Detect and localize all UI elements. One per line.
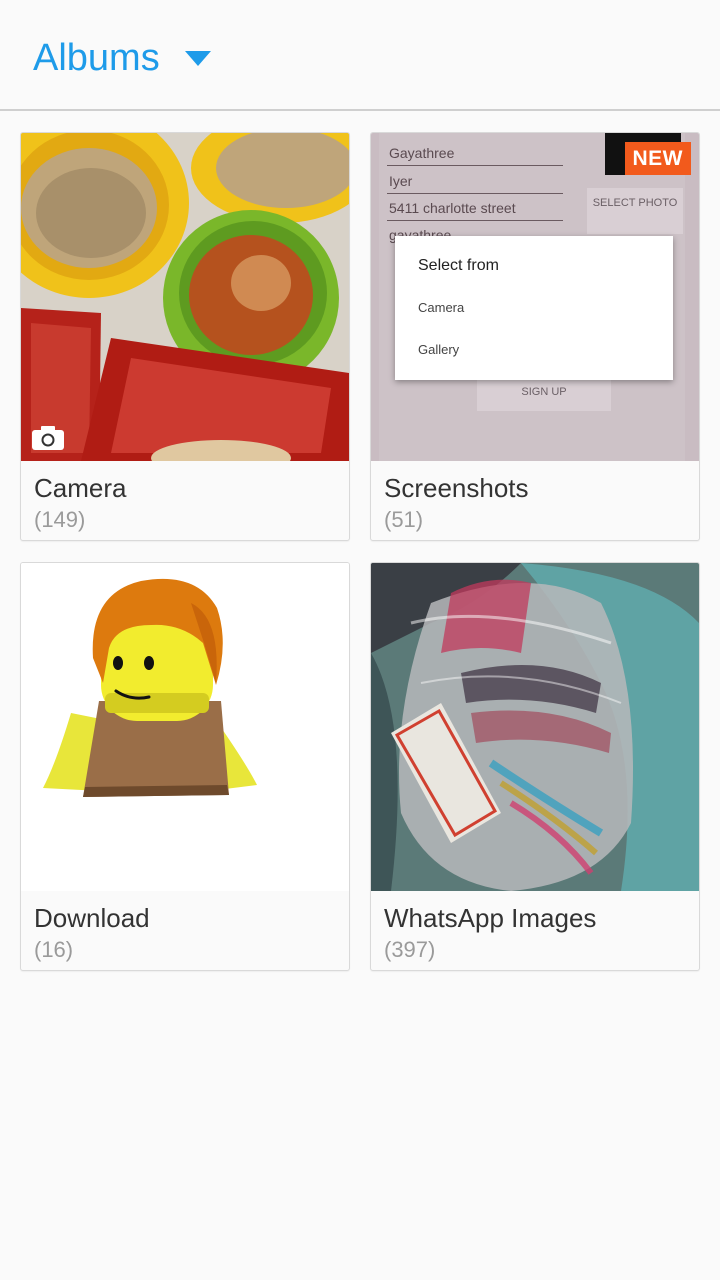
album-count: (51) <box>384 507 424 532</box>
album-thumbnail <box>21 563 349 891</box>
album-name: Screenshots <box>384 473 529 503</box>
preview-dialog: Select from Camera Gallery <box>395 236 673 380</box>
album-card-screenshots[interactable]: Gayathree Iyer 5411 charlotte street gay… <box>370 132 700 541</box>
preview-dialog-option: Gallery <box>418 342 460 357</box>
album-card-download[interactable]: Download (16) <box>20 562 350 971</box>
app-header: Albums <box>0 0 720 111</box>
album-thumbnail <box>21 133 349 461</box>
dropdown-caret-icon[interactable] <box>185 51 211 66</box>
album-count: (397) <box>384 937 436 962</box>
album-thumbnail: Gayathree Iyer 5411 charlotte street gay… <box>371 133 699 461</box>
preview-field-last-name: Iyer <box>389 173 413 189</box>
album-count: (16) <box>34 937 74 962</box>
preview-field-address: 5411 charlotte street <box>389 200 516 216</box>
album-count: (149) <box>34 507 86 532</box>
album-thumbnail <box>371 563 699 891</box>
preview-field-first-name: Gayathree <box>389 145 455 161</box>
albums-dropdown-label[interactable]: Albums <box>33 36 160 80</box>
new-badge: NEW <box>624 142 691 175</box>
album-card-camera[interactable]: Camera (149) <box>20 132 350 541</box>
album-name: Download <box>34 903 150 933</box>
album-name: WhatsApp Images <box>384 903 597 933</box>
camera-icon <box>32 426 64 450</box>
preview-dialog-title: Select from <box>418 257 499 274</box>
album-name: Camera <box>34 473 127 503</box>
album-card-whatsapp-images[interactable]: WhatsApp Images (397) <box>370 562 700 971</box>
preview-dialog-option: Camera <box>418 300 465 315</box>
preview-select-photo-button: SELECT PHOTO <box>587 188 683 234</box>
